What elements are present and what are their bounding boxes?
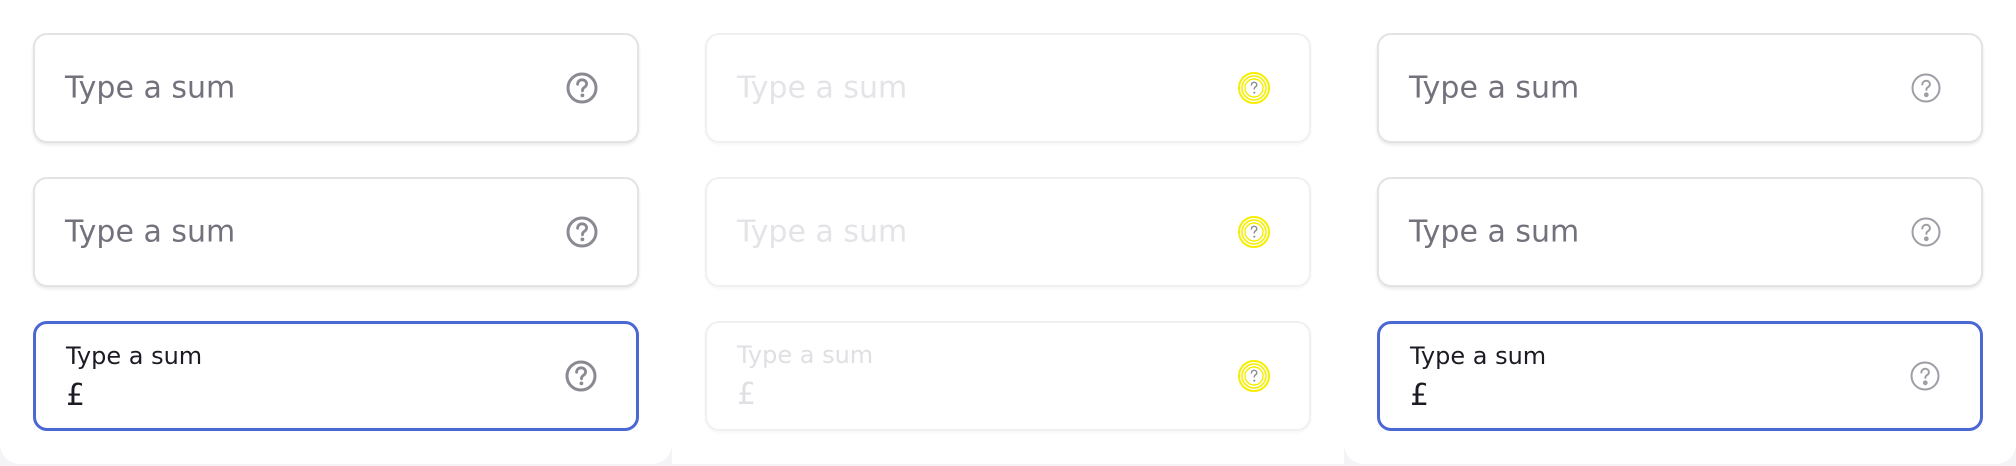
help-icon[interactable] <box>1908 359 1942 393</box>
help-icon[interactable] <box>1909 215 1943 249</box>
help-icon <box>1237 215 1271 249</box>
sum-input-placeholder: Type a sum <box>65 214 236 250</box>
help-icon[interactable] <box>565 71 599 105</box>
sum-input[interactable]: Type a sum <box>33 177 639 287</box>
disabled-state-panel: Type a sum Type a sum Type a sum £ <box>672 0 1344 464</box>
sum-input-value[interactable]: £ <box>66 378 84 413</box>
sum-input-label: Type a sum <box>66 342 203 370</box>
sum-input-placeholder: Type a sum <box>1409 70 1580 106</box>
help-icon[interactable] <box>565 215 599 249</box>
sum-input-disabled: Type a sum <box>705 177 1311 287</box>
sum-input-placeholder: Type a sum <box>737 214 908 250</box>
sum-input-disabled: Type a sum £ <box>705 321 1311 431</box>
help-icon[interactable] <box>564 359 598 393</box>
sum-input-value[interactable]: £ <box>1410 378 1428 413</box>
outline-state-panel: Type a sum Type a sum Type a sum £ <box>1344 0 2016 464</box>
sum-input-placeholder: Type a sum <box>65 70 236 106</box>
sum-input-label: Type a sum <box>1410 342 1547 370</box>
sum-input[interactable]: Type a sum <box>33 33 639 143</box>
sum-input-placeholder: Type a sum <box>737 70 908 106</box>
sum-input-label: Type a sum <box>737 341 874 369</box>
help-icon[interactable] <box>1909 71 1943 105</box>
sum-input-disabled: Type a sum <box>705 33 1311 143</box>
help-icon <box>1237 71 1271 105</box>
help-icon <box>1237 359 1271 393</box>
sum-input[interactable]: Type a sum <box>1377 33 1983 143</box>
sum-input-placeholder: Type a sum <box>1409 214 1580 250</box>
input-field-states-showcase: Type a sum Type a sum Type a sum £ Type … <box>0 0 2016 466</box>
sum-input-value: £ <box>737 377 756 412</box>
default-state-panel: Type a sum Type a sum Type a sum £ <box>0 0 672 464</box>
sum-input-focused[interactable]: Type a sum £ <box>1377 321 1983 431</box>
sum-input-focused[interactable]: Type a sum £ <box>33 321 639 431</box>
sum-input[interactable]: Type a sum <box>1377 177 1983 287</box>
